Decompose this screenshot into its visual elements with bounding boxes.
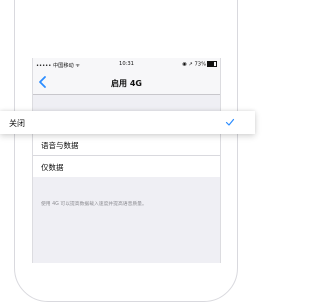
- status-bar: ••••• 中国移动 ᯤ 10:31 ◉ ↗ 73%: [33, 58, 220, 70]
- option-data-only[interactable]: 仅数据: [33, 156, 220, 177]
- option-label: 关闭: [9, 119, 25, 128]
- navigation-bar: 启用 4G: [33, 70, 220, 95]
- footnote-text: 使用 4G 可以提高数据载入速度并提高语音质量。: [41, 202, 147, 207]
- option-label: 语音与数据: [41, 141, 79, 150]
- option-voice-and-data[interactable]: 语音与数据: [33, 134, 220, 156]
- option-off[interactable]: 关闭: [0, 111, 255, 134]
- page-title: 启用 4G: [111, 79, 142, 88]
- phone-screen: ••••• 中国移动 ᯤ 10:31 ◉ ↗ 73% 启用 4G 语音与数据 仅…: [32, 58, 221, 263]
- options-group: 语音与数据 仅数据: [33, 134, 220, 177]
- battery-icon: [207, 61, 217, 67]
- checkmark-icon: [225, 117, 235, 127]
- status-right: ◉ ↗ 73%: [182, 61, 217, 67]
- option-label: 仅数据: [41, 163, 64, 172]
